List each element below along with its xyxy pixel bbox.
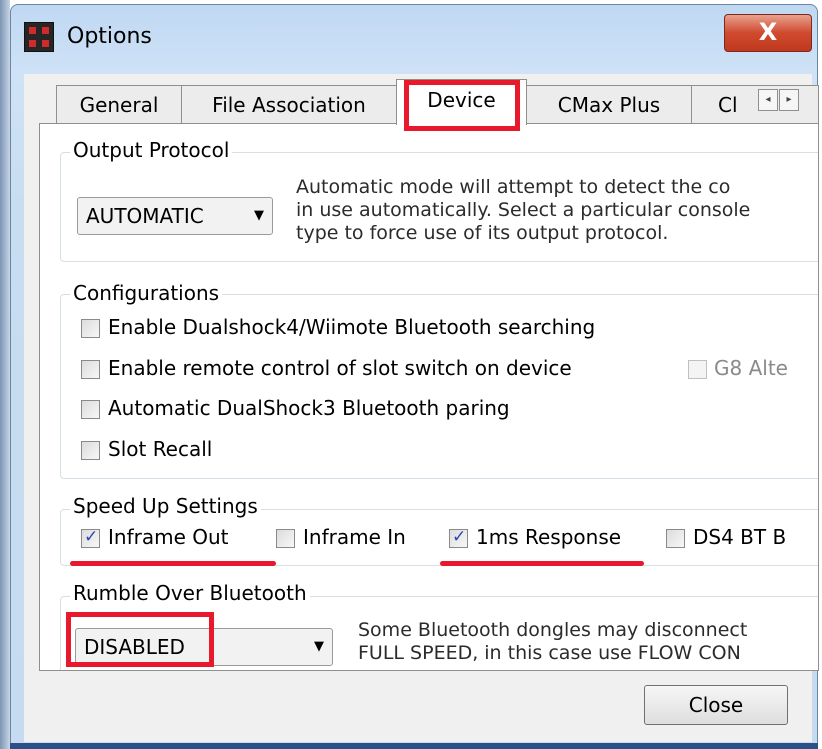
output-protocol-legend: Output Protocol <box>70 138 233 162</box>
ds4-bt-checkbox[interactable] <box>666 529 685 548</box>
ds3-bluetooth-pairing-label[interactable]: Automatic DualShock3 Bluetooth paring <box>108 396 510 420</box>
rumble-legend: Rumble Over Bluetooth <box>70 581 310 605</box>
g8-checkbox[interactable] <box>688 360 707 379</box>
window-title: Options <box>67 24 152 49</box>
1ms-response-underline <box>440 561 644 566</box>
ds4-bt-label[interactable]: DS4 BT B <box>693 525 786 549</box>
tab-scroll-right-icon[interactable]: ▸ <box>779 89 799 111</box>
dualshock4-bluetooth-checkbox[interactable] <box>81 319 100 338</box>
output-protocol-info-line-3: type to force use of its output protocol… <box>296 222 669 244</box>
remote-slot-switch-checkbox[interactable] <box>81 360 100 379</box>
slot-recall-label[interactable]: Slot Recall <box>108 437 212 461</box>
ds3-bluetooth-pairing-checkbox[interactable] <box>81 400 100 419</box>
window-close-icon[interactable]: X <box>724 14 812 52</box>
1ms-response-label[interactable]: 1ms Response <box>476 525 621 549</box>
close-button[interactable]: Close <box>644 685 788 725</box>
rumble-select[interactable]: DISABLED ▼ <box>75 628 333 666</box>
tab-cl[interactable]: Cl <box>691 85 819 123</box>
tab-device[interactable]: Device <box>396 79 527 125</box>
inframe-out-underline <box>70 561 276 566</box>
1ms-response-checkbox[interactable] <box>449 527 468 548</box>
slot-recall-checkbox[interactable] <box>81 441 100 460</box>
chevron-down-icon: ▼ <box>314 639 324 654</box>
chevron-down-icon: ▼ <box>254 208 264 223</box>
taskbar-edge <box>10 743 818 749</box>
rumble-info-line-2: FULL SPEED, in this case use FLOW CON <box>358 642 741 664</box>
output-protocol-info-line-1: Automatic mode will attempt to detect th… <box>296 176 731 198</box>
tab-scroll-left-icon[interactable]: ◂ <box>758 89 778 111</box>
device-tab-panel: Output Protocol AUTOMATIC ▼ Automatic mo… <box>39 123 819 671</box>
configurations-legend: Configurations <box>70 281 223 305</box>
inframe-in-checkbox[interactable] <box>276 529 295 548</box>
inframe-out-label[interactable]: Inframe Out <box>108 525 229 549</box>
inframe-in-label[interactable]: Inframe In <box>303 525 406 549</box>
g8-label: G8 Alte <box>714 356 788 380</box>
output-protocol-value: AUTOMATIC <box>86 204 204 228</box>
tab-general[interactable]: General <box>56 85 182 123</box>
speed-up-legend: Speed Up Settings <box>70 494 261 518</box>
output-protocol-select[interactable]: AUTOMATIC ▼ <box>77 197 273 235</box>
rumble-value: DISABLED <box>84 635 185 659</box>
dualshock4-bluetooth-label[interactable]: Enable Dualshock4/Wiimote Bluetooth sear… <box>108 315 595 339</box>
inframe-out-checkbox[interactable] <box>81 527 100 548</box>
background-strip <box>0 0 10 749</box>
remote-slot-switch-label[interactable]: Enable remote control of slot switch on … <box>108 356 572 380</box>
tab-file-association[interactable]: File Association <box>181 85 397 123</box>
app-icon <box>24 22 54 52</box>
tab-cmax-plus[interactable]: CMax Plus <box>526 85 692 123</box>
output-protocol-info-line-2: in use automatically. Select a particula… <box>296 199 751 221</box>
rumble-info-line-1: Some Bluetooth dongles may disconnect <box>358 619 748 641</box>
